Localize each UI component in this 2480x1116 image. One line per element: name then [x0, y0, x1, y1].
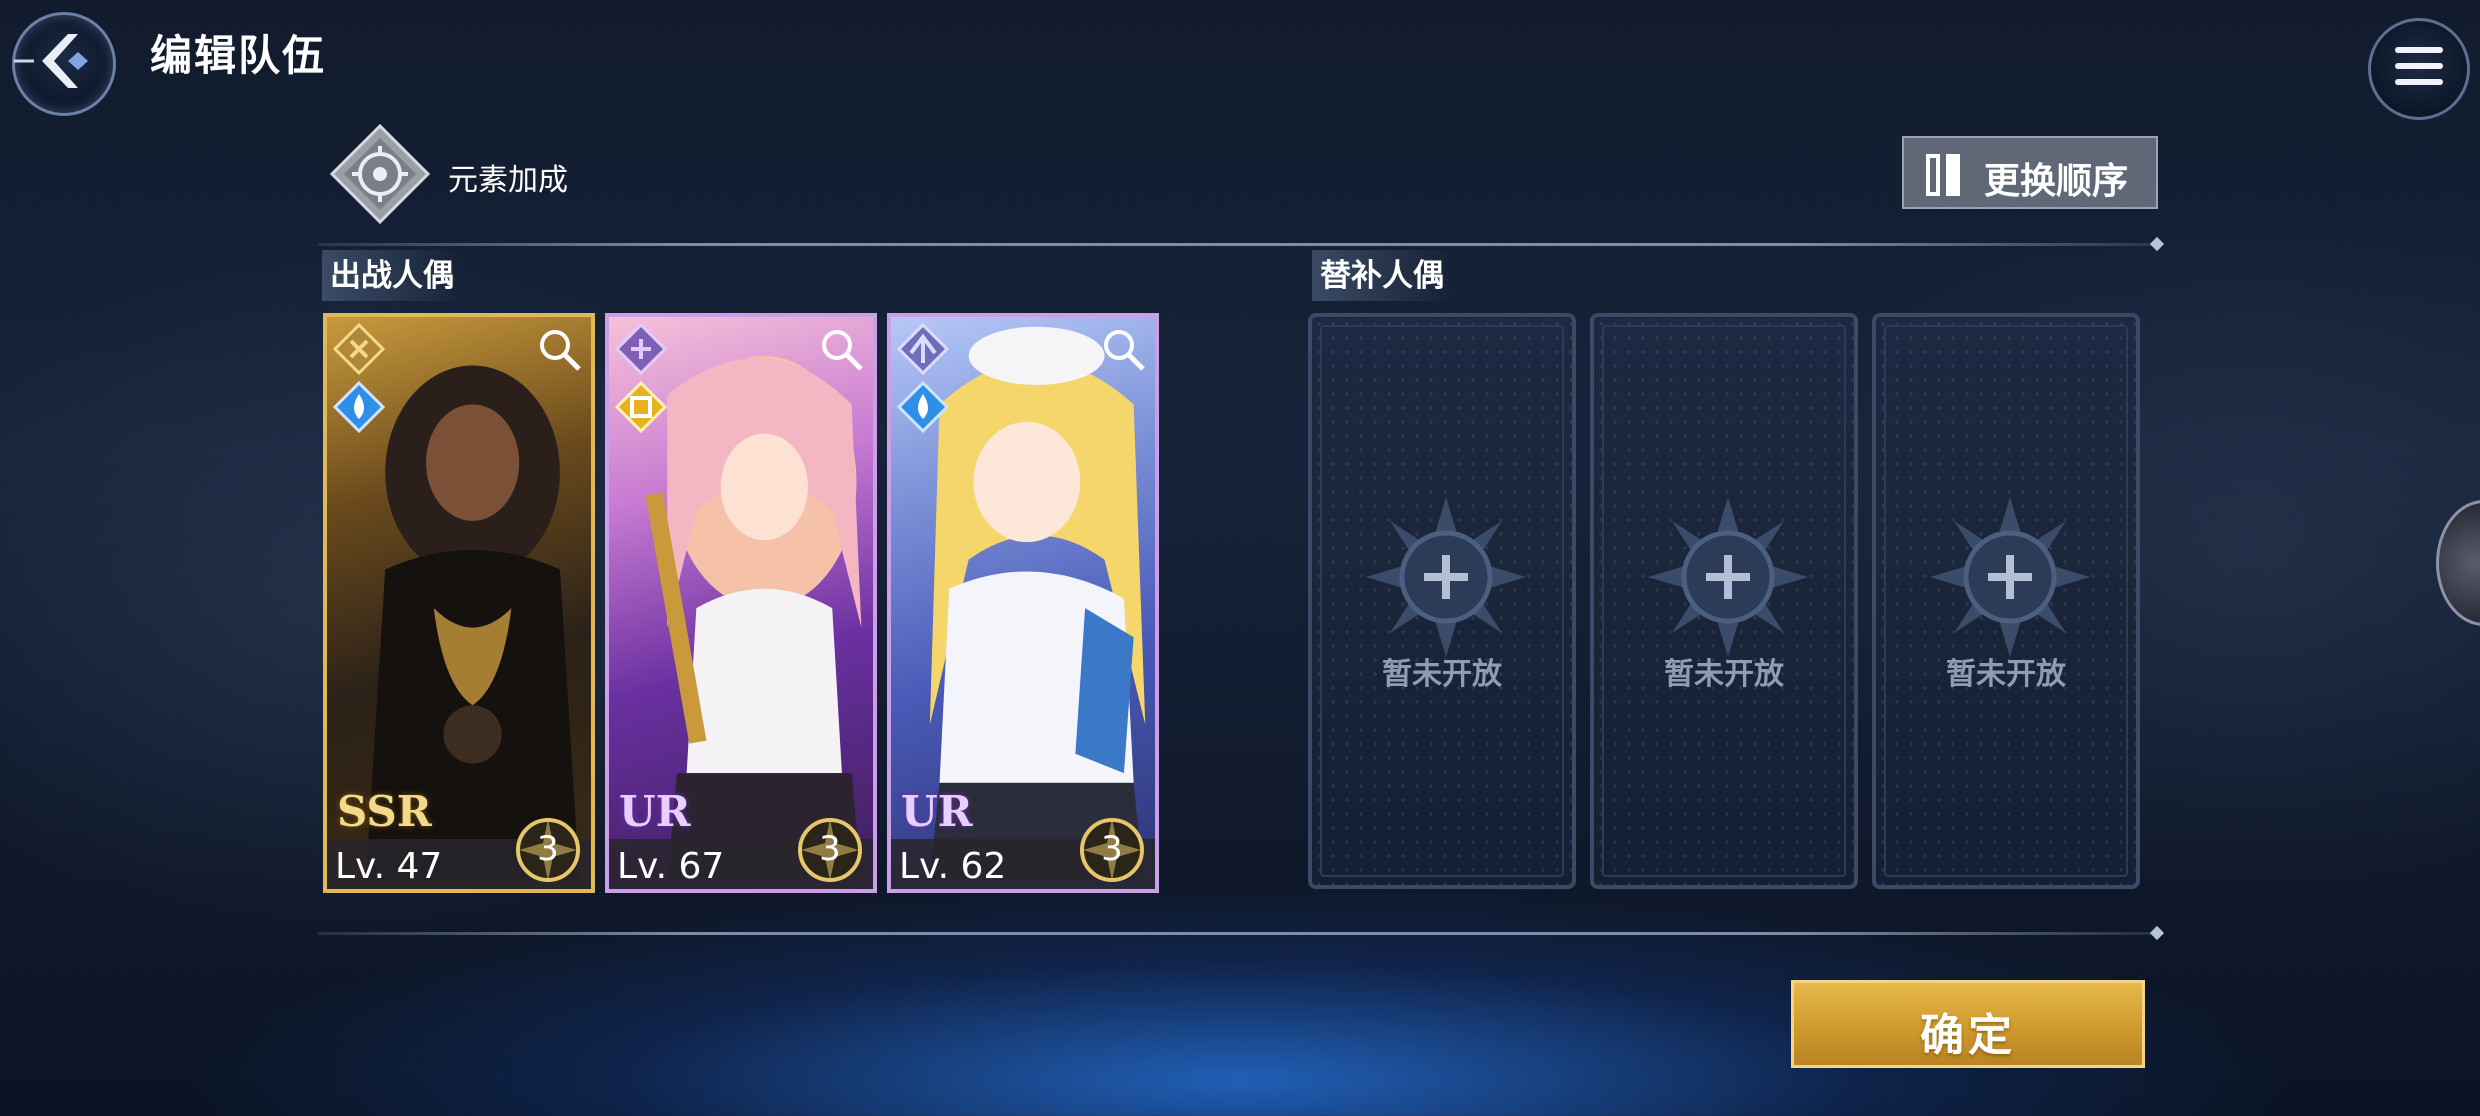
- change-order-button[interactable]: 更换顺序: [1902, 136, 2158, 209]
- change-order-label: 更换顺序: [1984, 161, 2129, 202]
- water-drop-icon: [333, 381, 385, 433]
- slot-status: 暂未开放: [1946, 657, 2066, 692]
- top-divider: [318, 243, 2158, 246]
- rarity-label: UR: [619, 787, 691, 836]
- inspect-icon[interactable]: [817, 325, 865, 373]
- light-gem-icon: [615, 381, 667, 433]
- reserve-slot-2[interactable]: 暂未开放: [1590, 313, 1858, 889]
- element-bonus-label[interactable]: 元素加成: [448, 155, 568, 199]
- level-label: Lv. 67: [617, 846, 725, 887]
- class-icon: [615, 323, 667, 375]
- side-panel-toggle[interactable]: [2436, 500, 2480, 626]
- star-badge: 3: [1079, 817, 1145, 883]
- menu-button[interactable]: [2368, 18, 2470, 120]
- active-dolls-label: 出战人偶: [322, 250, 464, 301]
- page-title: 编辑队伍: [150, 31, 327, 80]
- inspect-icon[interactable]: [1099, 325, 1147, 373]
- back-arrow-icon: [14, 34, 88, 88]
- star-badge: 3: [515, 817, 581, 883]
- doll-card-3[interactable]: UR Lv. 62 3: [887, 313, 1159, 893]
- slot-status: 暂未开放: [1382, 657, 1502, 692]
- menu-icon: [2395, 47, 2443, 53]
- reserve-dolls-label: 替补人偶: [1312, 250, 1454, 301]
- locked-plus-icon: [1648, 497, 1808, 657]
- reserve-slot-1[interactable]: 暂未开放: [1308, 313, 1576, 889]
- confirm-label: 确定: [1920, 1010, 2016, 1061]
- level-label: Lv. 47: [335, 846, 443, 887]
- slot-status: 暂未开放: [1664, 657, 1784, 692]
- confirm-button[interactable]: 确定: [1791, 980, 2145, 1068]
- inspect-icon[interactable]: [535, 325, 583, 373]
- reserve-slot-3[interactable]: 暂未开放: [1872, 313, 2140, 889]
- star-badge: 3: [797, 817, 863, 883]
- doll-card-2[interactable]: UR Lv. 67 3: [605, 313, 877, 893]
- rarity-label: SSR: [337, 787, 432, 836]
- locked-plus-icon: [1930, 497, 2090, 657]
- element-bonus-icon[interactable]: [330, 124, 430, 224]
- doll-card-1[interactable]: SSR Lv. 47 3: [323, 313, 595, 893]
- back-button[interactable]: [12, 12, 116, 116]
- class-icon: [897, 323, 949, 375]
- water-drop-icon: [897, 381, 949, 433]
- swap-order-icon: [1926, 154, 1960, 196]
- class-icon: [333, 323, 385, 375]
- bottom-divider: [318, 932, 2158, 935]
- locked-plus-icon: [1366, 497, 1526, 657]
- level-label: Lv. 62: [899, 846, 1007, 887]
- rarity-label: UR: [901, 787, 973, 836]
